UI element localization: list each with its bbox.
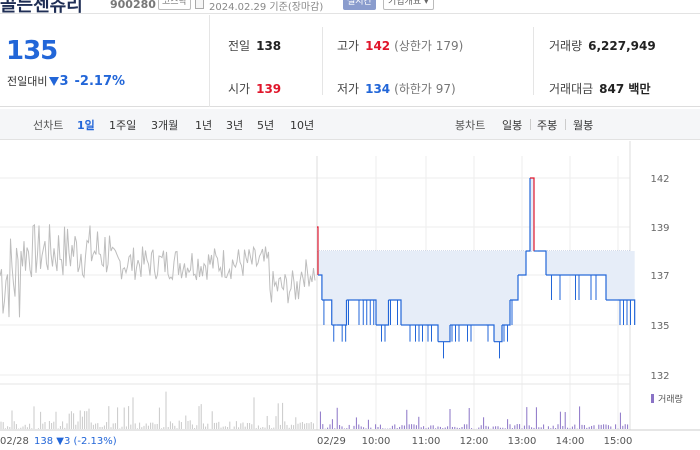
chart-period-tabs: 선차트 1일 1주일 3개월 1년 3년 5년 10년 봉차트 일봉 주봉 월봉	[0, 109, 700, 140]
tab-daily-candle[interactable]: 일봉	[502, 117, 522, 133]
open-price: 시가 139	[228, 80, 281, 97]
tab-monthly-candle[interactable]: 월봉	[573, 117, 593, 133]
trade-value: 거래대금 847 백만	[549, 80, 650, 97]
y-tick-label: 132	[650, 371, 669, 382]
tab-1-week[interactable]: 1주일	[109, 117, 136, 133]
prev-close-label: 전일	[228, 39, 251, 53]
price-chart-svg: 142 139 137 135 132 거래량 02/28 138 ▼3 (-2.13%) 02…	[0, 141, 700, 447]
change-value: 3	[59, 74, 69, 89]
high-label: 고가	[337, 39, 360, 53]
open-value: 139	[256, 82, 282, 96]
intraday-price-segment	[526, 178, 531, 252]
x-tick-label: 15:00	[604, 436, 633, 447]
tab-10-years[interactable]: 10년	[290, 117, 314, 133]
high-value: 142	[365, 39, 391, 53]
previous-day-line	[0, 223, 316, 318]
tab-1-year[interactable]: 1년	[195, 117, 212, 133]
trade-value-label: 거래대금	[549, 82, 594, 96]
quote-panel: 135 전일대비 3 -2.17% 전일 138 시가 139 고가 142 (상한가 17…	[0, 15, 700, 107]
low-price: 저가 134 (하한가 97)	[337, 80, 456, 97]
intraday-price-segment	[538, 250, 547, 275]
previous-day-summary: 138 ▼3 (-2.13%)	[34, 436, 117, 447]
divider	[530, 119, 531, 130]
intraday-price-segment	[321, 299, 333, 325]
prev-close: 전일 138	[228, 37, 281, 54]
current-price: 135	[6, 36, 58, 66]
low-value: 134	[365, 82, 391, 96]
tab-3-years[interactable]: 3년	[226, 117, 243, 133]
candle-chart-label: 봉차트	[455, 119, 486, 132]
previous-day-date: 02/28	[0, 436, 29, 447]
realtime-button[interactable]: 실시간	[343, 0, 376, 10]
y-tick-label: 135	[650, 321, 669, 332]
y-tick-label: 137	[650, 271, 669, 282]
as-of-date: 2024.02.29 기준(장마감)	[209, 2, 324, 13]
market-badge: 코스닥	[158, 0, 191, 10]
intraday-area-fill	[317, 178, 635, 342]
x-tick-label: 14:00	[556, 436, 585, 447]
divider	[322, 27, 323, 95]
high-price: 고가 142 (상한가 179)	[337, 37, 463, 54]
x-tick-label: 12:00	[460, 436, 489, 447]
volume-legend-swatch	[651, 394, 654, 403]
document-icon	[195, 0, 204, 9]
y-tick-label: 142	[650, 174, 669, 185]
volume-value: 6,227,949	[588, 39, 656, 53]
intraday-price-segment	[317, 274, 323, 300]
volume-label: 거래량	[549, 39, 583, 53]
x-tick-label: 13:00	[508, 436, 537, 447]
upper-limit: (상한가 179)	[394, 39, 464, 53]
price-chart[interactable]: 142 139 137 135 132 거래량 02/28 138 ▼3 (-2.13%) 02…	[0, 141, 700, 450]
change-percent: -2.17%	[74, 74, 126, 89]
prev-close-value: 138	[256, 39, 282, 53]
low-label: 저가	[337, 82, 360, 96]
x-tick-label: 02/29	[317, 436, 346, 447]
stock-name[interactable]: 골든센츄리	[0, 0, 83, 13]
tab-1-day[interactable]: 1일	[77, 117, 95, 133]
tab-weekly-candle[interactable]: 주봉	[537, 117, 557, 133]
intraday-price-segment	[486, 324, 495, 342]
y-tick-label: 139	[650, 223, 669, 234]
line-chart-label: 선차트	[33, 119, 64, 132]
company-info-button[interactable]: 기업개요 ▾	[383, 0, 434, 10]
price-box: 135 전일대비 3 -2.17%	[0, 15, 210, 107]
stock-header: 골든센츄리 900280 코스닥 2024.02.29 기준(장마감) 실시간 …	[0, 0, 700, 14]
lower-limit: (하한가 97)	[394, 82, 456, 96]
tab-5-years[interactable]: 5년	[257, 117, 274, 133]
trade-value-value: 847 백만	[599, 82, 651, 96]
stock-code: 900280	[110, 0, 156, 11]
volume: 거래량 6,227,949	[549, 37, 656, 54]
change-label: 전일대비	[7, 75, 48, 88]
down-arrow-icon	[49, 77, 60, 86]
open-label: 시가	[228, 82, 251, 96]
change-row: 전일대비 3 -2.17%	[7, 73, 125, 89]
divider	[565, 119, 566, 130]
x-tick-label: 11:00	[412, 436, 441, 447]
tab-3-months[interactable]: 3개월	[151, 117, 178, 133]
volume-legend-label: 거래량	[658, 393, 683, 405]
x-tick-label: 10:00	[362, 436, 391, 447]
divider	[533, 27, 534, 95]
